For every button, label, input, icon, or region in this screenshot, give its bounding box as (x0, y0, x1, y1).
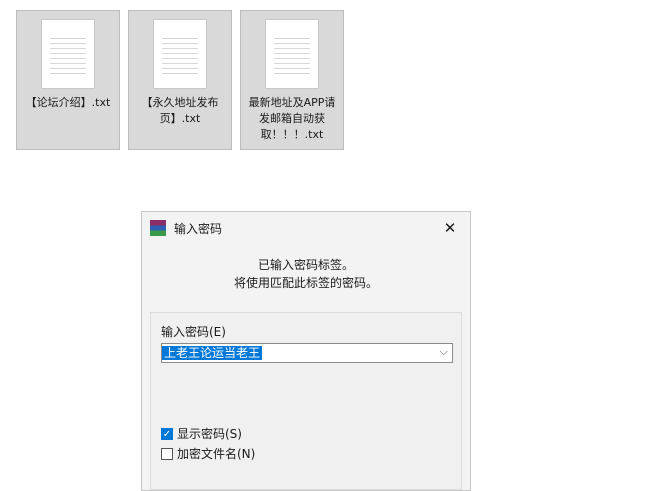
text-file-icon (153, 19, 207, 89)
password-combo[interactable]: 上老王论运当老王 ⌵ (161, 343, 453, 363)
encrypt-names-label: 加密文件名(N) (177, 447, 256, 461)
file-name: 最新地址及APP请发邮箱自动获取！！！.txt (248, 96, 336, 141)
text-file-icon (41, 19, 95, 89)
file-name: 【论坛介绍】.txt (25, 96, 111, 109)
encrypt-names-row[interactable]: 加密文件名(N) (161, 445, 255, 462)
close-button[interactable]: ✕ (438, 219, 462, 237)
file-tile[interactable]: 【论坛介绍】.txt (16, 10, 120, 150)
dialog-titlebar[interactable]: 输入密码 ✕ (142, 212, 470, 244)
show-password-row[interactable]: ✓ 显示密码(S) (161, 425, 242, 442)
show-password-checkbox[interactable]: ✓ (161, 427, 173, 440)
info-line: 已输入密码标签。 (257, 258, 354, 272)
info-line: 将使用匹配此标签的密码。 (233, 276, 378, 290)
dialog-title: 输入密码 (174, 221, 223, 236)
file-name: 【永久地址发布页】.txt (141, 96, 219, 125)
password-panel: 输入密码(E) 上老王论运当老王 ⌵ ✓ 显示密码(S) 加密文件名(N) (150, 312, 462, 490)
file-tile[interactable]: 最新地址及APP请发邮箱自动获取！！！.txt (240, 10, 344, 150)
show-password-label: 显示密码(S) (177, 427, 242, 441)
file-grid: 【论坛介绍】.txt 【永久地址发布页】.txt 最新地址及APP请发邮箱自动获… (16, 10, 344, 150)
dialog-info: 已输入密码标签。 将使用匹配此标签的密码。 (142, 256, 470, 292)
encrypt-names-checkbox[interactable] (161, 447, 173, 460)
chevron-down-icon[interactable]: ⌵ (440, 345, 448, 359)
password-value[interactable]: 上老王论运当老王 (162, 346, 263, 360)
password-dialog: 输入密码 ✕ 已输入密码标签。 将使用匹配此标签的密码。 输入密码(E) 上老王… (141, 211, 471, 491)
text-file-icon (265, 19, 319, 89)
file-tile[interactable]: 【永久地址发布页】.txt (128, 10, 232, 150)
password-field-label: 输入密码(E) (161, 325, 226, 339)
archive-app-icon (150, 220, 166, 236)
